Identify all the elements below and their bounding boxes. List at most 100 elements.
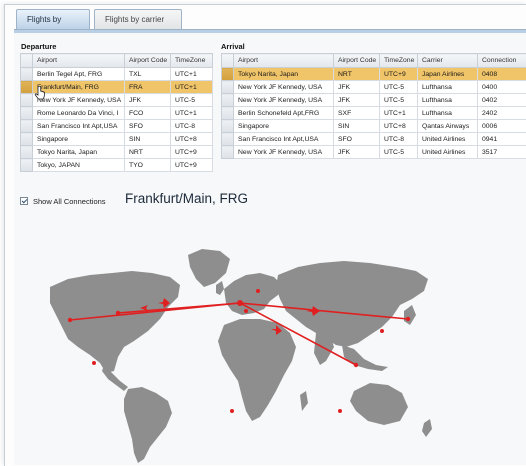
cell-timezone[interactable]: UTC-5 xyxy=(380,146,418,159)
cell-timezone[interactable]: UTC-5 xyxy=(380,94,418,107)
departure-row[interactable]: Berlin Tegel Apt, FRGTXLUTC+1 xyxy=(21,68,213,81)
cell-airport-code[interactable]: JFK xyxy=(334,146,380,159)
column-header-airport[interactable]: Airport xyxy=(234,54,334,68)
cell-timezone[interactable]: UTC-5 xyxy=(171,94,213,107)
checkbox-checked-icon[interactable] xyxy=(20,197,28,205)
row-selector[interactable] xyxy=(21,120,33,133)
cell-timezone[interactable]: UTC+1 xyxy=(171,107,213,120)
cell-timezone[interactable]: UTC+9 xyxy=(171,159,213,172)
column-header-airport-code[interactable]: Airport Code xyxy=(125,54,171,68)
show-all-connections-checkbox[interactable]: Show All Connections xyxy=(20,195,106,207)
column-header-airport[interactable]: Airport xyxy=(33,54,125,68)
cell-timezone[interactable]: UTC+8 xyxy=(171,133,213,146)
cell-timezone[interactable]: UTC+8 xyxy=(380,120,418,133)
cell-airport-code[interactable]: SIN xyxy=(125,133,171,146)
cell-airport-code[interactable]: SFO xyxy=(125,120,171,133)
cell-airport[interactable]: Tokyo Narita, Japan xyxy=(33,146,125,159)
cell-airport-code[interactable]: SFO xyxy=(334,133,380,146)
cell-airport-code[interactable]: NRT xyxy=(125,146,171,159)
airport-dot[interactable] xyxy=(230,409,234,413)
arrival-row[interactable]: San Francisco Int Apt,USASFOUTC-8United … xyxy=(222,133,526,146)
cell-carrier[interactable]: United Airlines xyxy=(418,133,478,146)
departure-row[interactable]: Rome Leonardo Da Vinci, IFCOUTC+1 xyxy=(21,107,213,120)
airport-dot-tokyo[interactable] xyxy=(406,317,410,321)
cell-carrier[interactable]: Lufthansa xyxy=(418,81,478,94)
cell-connection[interactable]: 0006 xyxy=(478,120,526,133)
cell-airport[interactable]: Frankfurt/Main, FRG xyxy=(33,81,125,94)
cell-airport[interactable]: San Francisco Int Apt,USA xyxy=(234,133,334,146)
cell-airport[interactable]: Singapore xyxy=(234,120,334,133)
cell-airport-code[interactable]: JFK xyxy=(334,94,380,107)
departure-row[interactable]: Frankfurt/Main, FRGFRAUTC+1 xyxy=(21,81,213,94)
cell-connection[interactable]: 0402 xyxy=(478,94,526,107)
cell-airport-code[interactable]: SIN xyxy=(334,120,380,133)
airport-dot-new-york[interactable] xyxy=(116,311,120,315)
row-selector[interactable] xyxy=(222,133,234,146)
arrival-row[interactable]: New York JF Kennedy, USAJFKUTC-5United A… xyxy=(222,146,526,159)
departure-row[interactable]: San Francisco Int Apt,USASFOUTC-8 xyxy=(21,120,213,133)
airport-dot-berlin[interactable] xyxy=(256,289,260,293)
row-selector[interactable] xyxy=(21,68,33,81)
cell-timezone[interactable]: UTC+9 xyxy=(171,146,213,159)
airport-dot-san-francisco[interactable] xyxy=(68,318,72,322)
cell-carrier[interactable]: Lufthansa xyxy=(418,107,478,120)
row-selector[interactable] xyxy=(222,81,234,94)
cell-airport[interactable]: New York JF Kennedy, USA xyxy=(234,146,334,159)
cell-timezone[interactable]: UTC+1 xyxy=(380,107,418,120)
cell-airport-code[interactable]: SXF xyxy=(334,107,380,120)
airport-dot[interactable] xyxy=(380,329,384,333)
departure-row[interactable]: Tokyo Narita, JapanNRTUTC+9 xyxy=(21,146,213,159)
cell-carrier[interactable]: Qantas Airways xyxy=(418,120,478,133)
row-selector[interactable] xyxy=(21,159,33,172)
cell-connection[interactable]: 3517 xyxy=(478,146,526,159)
cell-airport[interactable]: New York JF Kennedy, USA xyxy=(33,94,125,107)
cell-timezone[interactable]: UTC+9 xyxy=(380,68,418,81)
cell-connection[interactable]: 0941 xyxy=(478,133,526,146)
cell-connection[interactable]: 0408 xyxy=(478,68,526,81)
row-selector[interactable] xyxy=(222,94,234,107)
row-selector[interactable] xyxy=(222,107,234,120)
row-selector[interactable] xyxy=(222,68,234,81)
cell-airport-code[interactable]: JFK xyxy=(125,94,171,107)
departure-row[interactable]: New York JF Kennedy, USAJFKUTC-5 xyxy=(21,94,213,107)
cell-airport-code[interactable]: TXL xyxy=(125,68,171,81)
cell-airport-code[interactable]: NRT xyxy=(334,68,380,81)
row-selector-header[interactable] xyxy=(21,54,33,68)
tab-flights-by-airports[interactable]: Flights by airports xyxy=(16,9,90,29)
cell-airport[interactable]: Tokyo, JAPAN xyxy=(33,159,125,172)
cell-connection[interactable]: 2402 xyxy=(478,107,526,120)
airport-dot[interactable] xyxy=(92,361,96,365)
cell-timezone[interactable]: UTC-8 xyxy=(171,120,213,133)
cell-airport[interactable]: Berlin Tegel Apt, FRG xyxy=(33,68,125,81)
arrival-row[interactable]: SingaporeSINUTC+8Qantas Airways0006 xyxy=(222,120,526,133)
cell-airport-code[interactable]: FCO xyxy=(125,107,171,120)
cell-airport-code[interactable]: TYO xyxy=(125,159,171,172)
row-selector[interactable] xyxy=(21,146,33,159)
row-selector[interactable] xyxy=(222,146,234,159)
cell-airport[interactable]: New York JF Kennedy, USA xyxy=(234,81,334,94)
column-header-airport-code[interactable]: Airport Code xyxy=(334,54,380,68)
column-header-carrier[interactable]: Carrier xyxy=(418,54,478,68)
row-selector[interactable] xyxy=(222,120,234,133)
arrival-row[interactable]: Tokyo Narita, JapanNRTUTC+9Japan Airline… xyxy=(222,68,526,81)
departure-row[interactable]: SingaporeSINUTC+8 xyxy=(21,133,213,146)
cell-airport[interactable]: Rome Leonardo Da Vinci, I xyxy=(33,107,125,120)
cell-airport[interactable]: Tokyo Narita, Japan xyxy=(234,68,334,81)
world-map[interactable] xyxy=(20,215,520,465)
cell-airport[interactable]: Berlin Schonefeld Apt,FRG xyxy=(234,107,334,120)
column-header-timezone[interactable]: TimeZone xyxy=(171,54,213,68)
cell-timezone[interactable]: UTC-8 xyxy=(380,133,418,146)
row-selector[interactable] xyxy=(21,133,33,146)
cell-timezone[interactable]: UTC+1 xyxy=(171,68,213,81)
departure-row[interactable]: Tokyo, JAPANTYOUTC+9 xyxy=(21,159,213,172)
cell-timezone[interactable]: UTC-5 xyxy=(380,81,418,94)
cell-carrier[interactable]: United Airlines xyxy=(418,146,478,159)
column-header-timezone[interactable]: TimeZone xyxy=(380,54,418,68)
column-header-connection[interactable]: Connection xyxy=(478,54,526,68)
airport-dot-singapore[interactable] xyxy=(354,363,358,367)
cell-carrier[interactable]: Japan Airlines xyxy=(418,68,478,81)
arrival-row[interactable]: New York JF Kennedy, USAJFKUTC-5Lufthans… xyxy=(222,94,526,107)
row-selector[interactable] xyxy=(21,107,33,120)
cell-airport[interactable]: New York JF Kennedy, USA xyxy=(234,94,334,107)
cell-airport[interactable]: Singapore xyxy=(33,133,125,146)
